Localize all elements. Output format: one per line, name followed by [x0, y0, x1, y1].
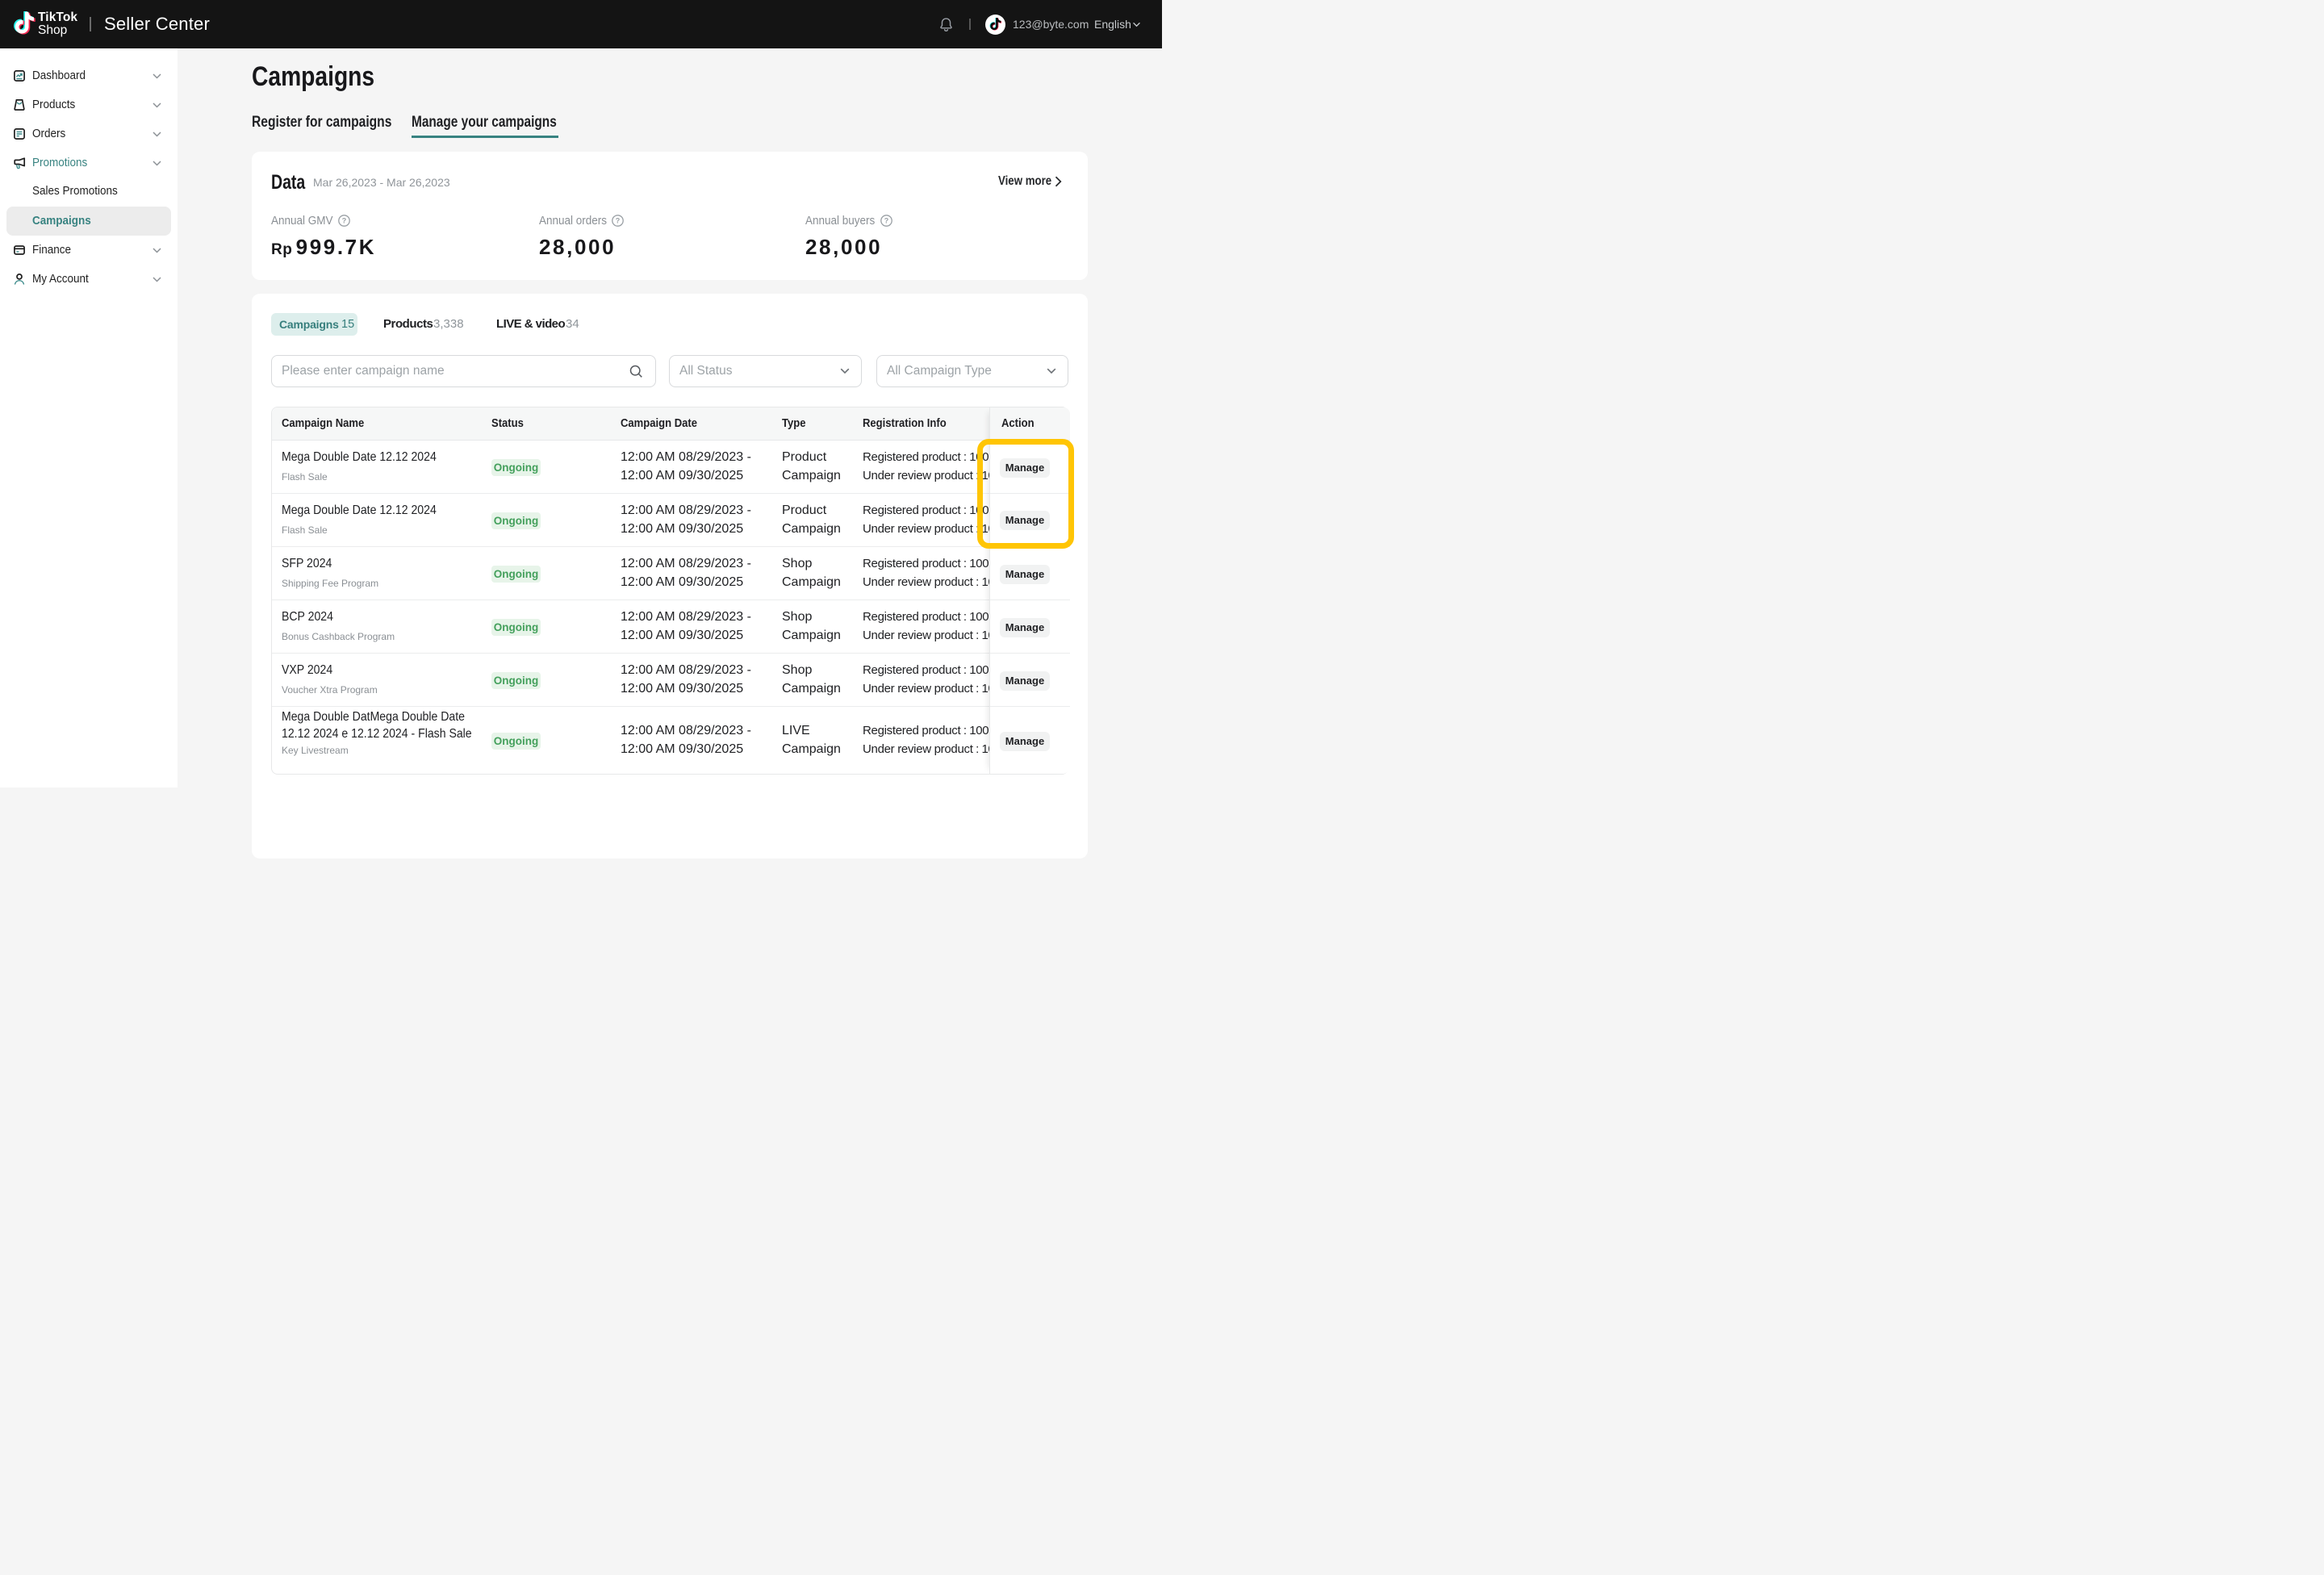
svg-text:?: ? — [884, 217, 889, 225]
svg-text:?: ? — [616, 217, 621, 225]
svg-text:?: ? — [342, 217, 347, 225]
